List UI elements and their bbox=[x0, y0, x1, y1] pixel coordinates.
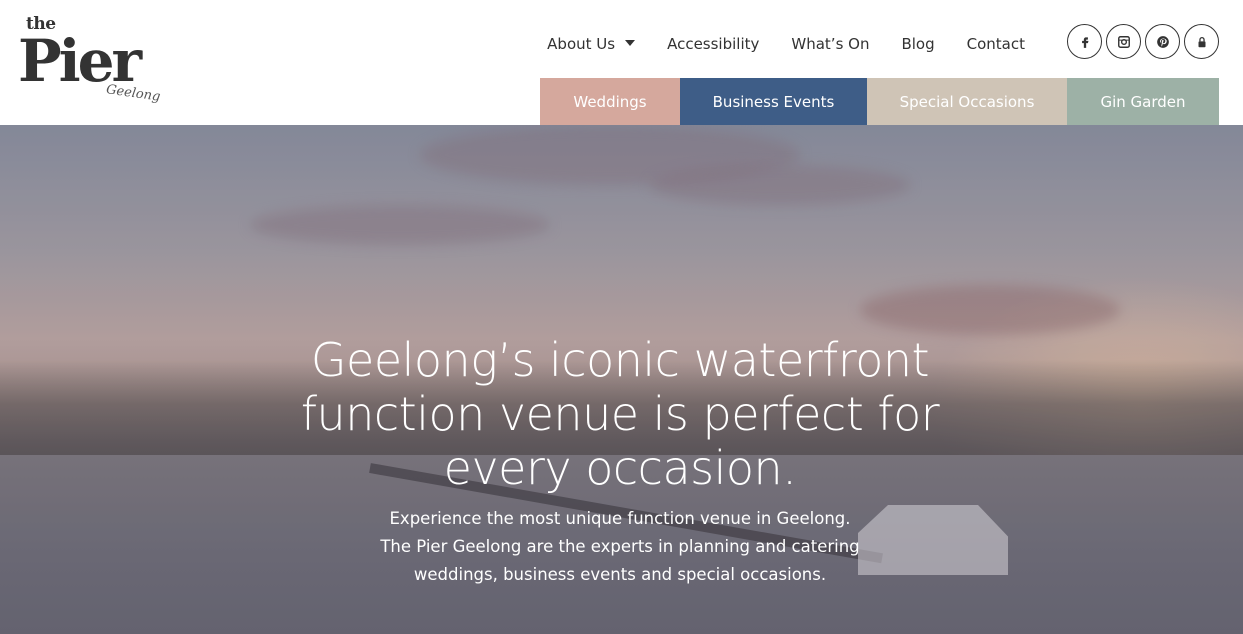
logo-pier-text: Pier bbox=[18, 27, 142, 95]
nav-contact[interactable]: Contact bbox=[967, 35, 1025, 53]
chevron-down-icon[interactable] bbox=[625, 39, 636, 46]
lock-icon[interactable] bbox=[1184, 24, 1219, 59]
hero-subtitle-line: weddings, business events and special oc… bbox=[413, 565, 827, 584]
pinterest-icon[interactable] bbox=[1145, 24, 1180, 59]
tab-gin-garden[interactable]: Gin Garden bbox=[1067, 78, 1219, 125]
hero-subtitle: Experience the most unique function venu… bbox=[320, 505, 920, 589]
nav-whats-on[interactable]: What’s On bbox=[791, 35, 869, 53]
tab-business-events[interactable]: Business Events bbox=[680, 78, 867, 125]
nav-about-us-label: About Us bbox=[547, 35, 616, 53]
hero-subtitle-line: Experience the most unique function venu… bbox=[389, 509, 851, 528]
site-logo[interactable]: the Pier Geelong bbox=[18, 14, 168, 118]
site-header: the Pier Geelong About Us Accessibility … bbox=[0, 0, 1243, 125]
facebook-icon[interactable] bbox=[1067, 24, 1102, 59]
nav-blog[interactable]: Blog bbox=[901, 35, 934, 53]
tab-special-occasions[interactable]: Special Occasions bbox=[867, 78, 1067, 125]
logo-geelong-text: Geelong bbox=[105, 82, 162, 105]
nav-about-us[interactable]: About Us bbox=[547, 35, 636, 53]
social-links bbox=[1067, 24, 1223, 59]
primary-nav: About Us Accessibility What’s On Blog Co… bbox=[547, 34, 1025, 54]
instagram-icon[interactable] bbox=[1106, 24, 1141, 59]
category-tabs: Weddings Business Events Special Occasio… bbox=[540, 78, 1219, 125]
hero-subtitle-line: The Pier Geelong are the experts in plan… bbox=[380, 537, 860, 556]
hero-banner: Geelong’s iconic waterfront function ven… bbox=[0, 125, 1243, 634]
tab-weddings[interactable]: Weddings bbox=[540, 78, 680, 125]
hero-title: Geelong’s iconic waterfront function ven… bbox=[300, 333, 940, 495]
nav-accessibility[interactable]: Accessibility bbox=[667, 35, 759, 53]
